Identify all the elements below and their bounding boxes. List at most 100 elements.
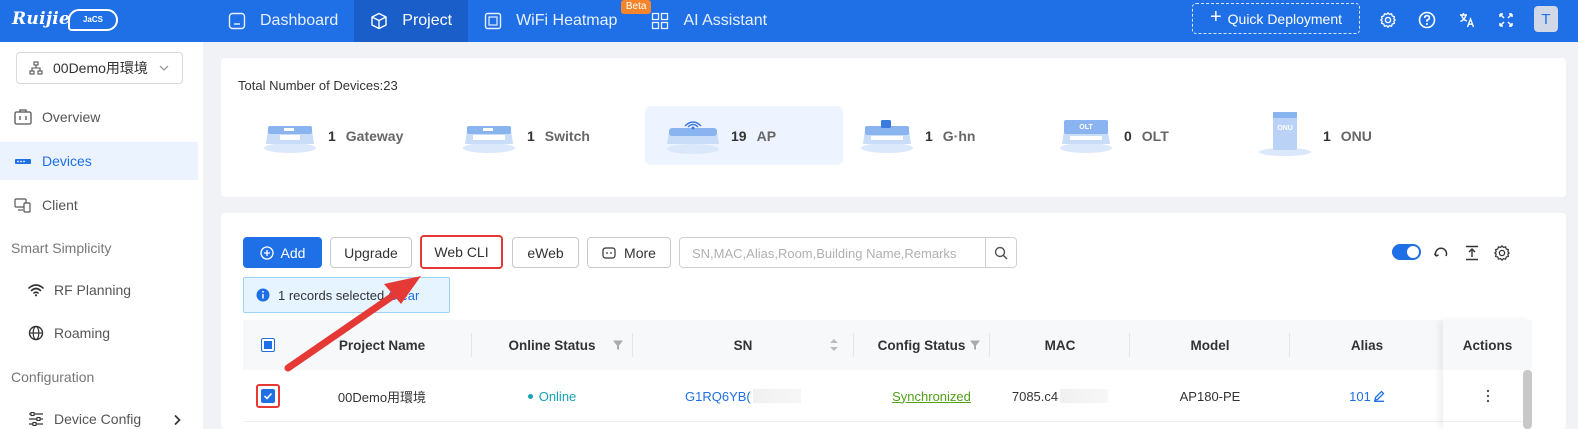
project-select[interactable]: 00Demo用環境: [16, 52, 183, 84]
ap-label: AP: [756, 127, 777, 144]
cell-alias[interactable]: 101: [1290, 370, 1444, 422]
sidebar-item-device-config-label: Device Config: [54, 411, 142, 427]
search-icon: [994, 246, 1008, 260]
fullscreen-icon[interactable]: [1495, 9, 1517, 31]
sidebar-item-devices[interactable]: Devices: [0, 142, 198, 180]
clear-selection-link[interactable]: Clear: [388, 288, 419, 303]
th-project-name[interactable]: Project Name: [293, 320, 471, 370]
nav-wifi-heatmap-label: WiFi Heatmap: [516, 12, 618, 29]
overview-icon: [14, 109, 32, 125]
web-cli-button[interactable]: Web CLI: [420, 235, 503, 269]
more-button[interactable]: More: [587, 237, 671, 268]
cell-sn[interactable]: G1RQ6YB(: [633, 370, 833, 422]
client-icon: [14, 198, 31, 213]
filter-icon[interactable]: [969, 339, 981, 351]
upgrade-button[interactable]: Upgrade: [330, 237, 412, 268]
table-scrollbar[interactable]: [1523, 370, 1532, 429]
device-card-switch[interactable]: 1 Switch: [441, 106, 639, 165]
add-button[interactable]: Add: [243, 237, 322, 268]
actions-column: Actions: [1443, 320, 1532, 429]
device-search[interactable]: SN,MAC,Alias,Room,Building Name,Remarks: [679, 237, 1017, 268]
switch-count: 1: [527, 127, 535, 144]
redacted-mac: [1060, 389, 1109, 403]
th-online-status-label: Online Status: [508, 337, 596, 353]
row-checkbox[interactable]: [261, 389, 275, 403]
user-avatar[interactable]: T: [1534, 6, 1558, 32]
more-vertical-icon[interactable]: [1486, 389, 1490, 403]
nav-wifi-heatmap[interactable]: WiFi Heatmap Beta: [468, 0, 652, 42]
export-icon[interactable]: [1461, 242, 1483, 264]
sidebar-item-roaming-label: Roaming: [54, 325, 111, 341]
nav-ai-assistant-label: AI Assistant: [683, 12, 768, 29]
nav-dashboard[interactable]: Dashboard: [212, 0, 354, 42]
table-row[interactable]: 00Demo用環境 Online G1RQ6YB( Synchronized 7…: [243, 370, 1532, 422]
th-mac[interactable]: MAC: [990, 320, 1130, 370]
th-sn[interactable]: SN: [633, 320, 853, 370]
onu-device-text: ONU: [1277, 125, 1293, 132]
select-all-cell: [243, 320, 293, 370]
column-settings-icon[interactable]: [1491, 242, 1513, 264]
globe-icon: [28, 325, 44, 341]
olt-device-text: OLT: [1079, 124, 1093, 131]
gateway-label: Gateway: [345, 127, 404, 144]
sidebar-item-roaming[interactable]: Roaming: [0, 314, 198, 352]
eweb-button[interactable]: eWeb: [512, 237, 579, 268]
upgrade-button-label: Upgrade: [344, 244, 398, 261]
view-toggle[interactable]: [1392, 244, 1421, 260]
chevron-down-icon: [159, 65, 169, 71]
web-cli-button-label: Web CLI: [434, 244, 489, 260]
onu-label: ONU: [1340, 127, 1372, 144]
search-input[interactable]: SN,MAC,Alias,Room,Building Name,Remarks: [692, 246, 956, 261]
sidebar-item-client[interactable]: Client: [0, 186, 198, 224]
ruijie-logo[interactable]: Ruijie JaCS: [12, 7, 118, 33]
help-icon[interactable]: [1416, 9, 1438, 31]
project-select-value: 00Demo用環境: [53, 60, 148, 76]
device-card-ap[interactable]: 19 AP: [645, 106, 843, 165]
translate-icon[interactable]: [1456, 9, 1478, 31]
th-config-status[interactable]: Config Status: [854, 320, 989, 370]
nav-ai-assistant[interactable]: AI Assistant: [651, 0, 783, 42]
device-card-gateway[interactable]: 1 Gateway: [242, 106, 440, 165]
search-button[interactable]: [985, 238, 1016, 267]
select-all-checkbox[interactable]: [261, 338, 275, 352]
dashboard-icon: [228, 12, 246, 30]
th-online-status[interactable]: Online Status: [472, 320, 632, 370]
quick-deployment-button[interactable]: + Quick Deployment: [1192, 3, 1360, 34]
nav-project[interactable]: Project: [354, 0, 469, 42]
edit-icon[interactable]: [1373, 390, 1385, 402]
sn-link[interactable]: G1RQ6YB(: [685, 389, 751, 404]
device-card-onu[interactable]: ONU 1 ONU: [1237, 106, 1435, 165]
switch-device-icon: [459, 116, 519, 156]
settings-icon[interactable]: [1377, 9, 1399, 31]
devices-icon: [15, 159, 31, 164]
eweb-button-label: eWeb: [527, 244, 564, 261]
filter-icon[interactable]: [612, 339, 624, 351]
device-list-panel: Add Upgrade Web CLI eWeb More SN,MAC,Ali…: [221, 213, 1566, 429]
beta-badge: Beta: [620, 0, 652, 14]
sidebar-item-overview[interactable]: Overview: [0, 98, 198, 136]
logo-text: Ruijie: [12, 9, 71, 29]
olt-label: OLT: [1141, 127, 1169, 144]
ghn-device-icon: [857, 116, 917, 156]
chevron-right-icon: [174, 414, 181, 426]
refresh-icon[interactable]: [1430, 242, 1452, 264]
alias-text[interactable]: 101: [1349, 389, 1371, 404]
device-card-ghn[interactable]: 1 G·hn: [839, 106, 1037, 165]
onu-count: 1: [1323, 127, 1331, 144]
sort-icon[interactable]: [829, 338, 839, 352]
sidebar-item-rf-planning[interactable]: RF Planning: [0, 271, 198, 309]
th-alias[interactable]: Alias: [1290, 320, 1444, 370]
th-model[interactable]: Model: [1130, 320, 1290, 370]
sidebar-group-smart-simplicity: Smart Simplicity: [11, 240, 112, 256]
grid-icon: [652, 12, 669, 30]
sidebar-item-rf-planning-label: RF Planning: [54, 282, 132, 298]
network-icon: [29, 61, 43, 75]
th-config-status-label: Config Status: [877, 337, 966, 353]
sidebar-item-device-config[interactable]: Device Config: [0, 400, 198, 429]
row-actions-cell: [1443, 370, 1532, 422]
cell-config-status[interactable]: Synchronized: [854, 370, 1009, 422]
device-card-olt[interactable]: OLT 0 OLT: [1038, 106, 1236, 165]
sliders-icon: [29, 412, 43, 426]
sidebar-item-overview-label: Overview: [42, 109, 101, 125]
olt-count: 0: [1124, 127, 1132, 144]
